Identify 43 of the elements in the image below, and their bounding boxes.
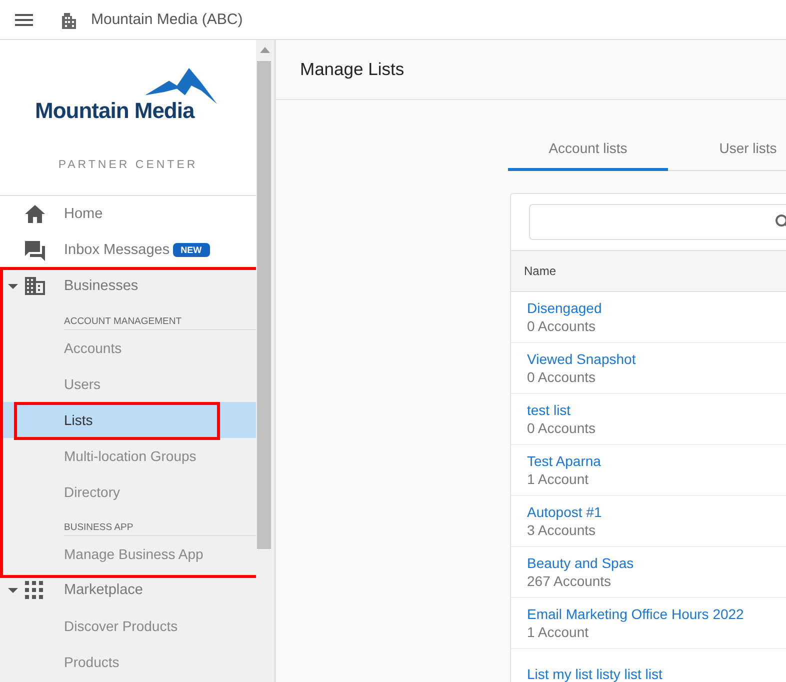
search-field[interactable] (529, 204, 786, 240)
account-title: Mountain Media (ABC) (91, 11, 243, 28)
account-count: 267 Accounts (527, 573, 612, 589)
scrollbar-thumb[interactable] (257, 61, 271, 549)
building-icon (60, 10, 78, 28)
account-count: 3 Accounts (527, 522, 596, 538)
nav-subitem[interactable]: Users (0, 366, 256, 402)
nav-item[interactable]: Home (0, 196, 256, 232)
tab[interactable]: Account lists (508, 127, 668, 171)
nav-subitem[interactable]: Products (0, 644, 256, 680)
list-name-link[interactable]: test list (527, 402, 786, 418)
menu-icon[interactable] (15, 14, 33, 26)
column-header: Name (524, 264, 556, 278)
list-name-link[interactable]: Viewed Snapshot (527, 351, 786, 367)
home-icon (25, 205, 45, 223)
account-count: 0 Accounts (527, 369, 596, 385)
list-name-link[interactable]: Email Marketing Office Hours 2022 (527, 606, 786, 622)
logo-text: Mountain Media (35, 98, 194, 124)
list-name-link[interactable]: List my list listy list list (527, 666, 786, 682)
account-count: 1 Account (527, 471, 590, 487)
building-icon (25, 277, 45, 295)
list-name-link[interactable]: Beauty and Spas (527, 555, 786, 571)
nav-group[interactable]: Businesses (0, 268, 256, 304)
list-name-link[interactable]: Disengaged (527, 300, 786, 316)
page-title: Manage Lists (300, 59, 404, 80)
grid-icon (25, 581, 43, 599)
tab[interactable]: User lists (668, 127, 786, 171)
partner-center-label: PARTNER CENTER (58, 159, 198, 171)
list-name-link[interactable]: Test Aparna (527, 453, 786, 469)
nav-subitem[interactable]: Directory (0, 474, 256, 510)
account-count: 0 Accounts (527, 420, 596, 436)
nav-item[interactable]: Inbox Messages NEW (0, 232, 256, 268)
nav-subitem[interactable]: Accounts (0, 330, 256, 366)
scroll-up-icon[interactable] (260, 47, 270, 53)
nav-subitem[interactable]: Discover Products (0, 608, 256, 644)
new-badge: NEW (172, 243, 210, 257)
nav-group[interactable]: Marketplace (0, 572, 256, 608)
account-count: 1 Account (527, 624, 590, 640)
list-name-link[interactable]: Autopost #1 (527, 504, 786, 520)
nav-subitem[interactable]: Manage Business App (0, 536, 256, 572)
chat-icon (25, 241, 45, 261)
nav-subitem[interactable]: Multi-location Groups (0, 438, 256, 474)
account-count: 0 Accounts (527, 318, 596, 334)
